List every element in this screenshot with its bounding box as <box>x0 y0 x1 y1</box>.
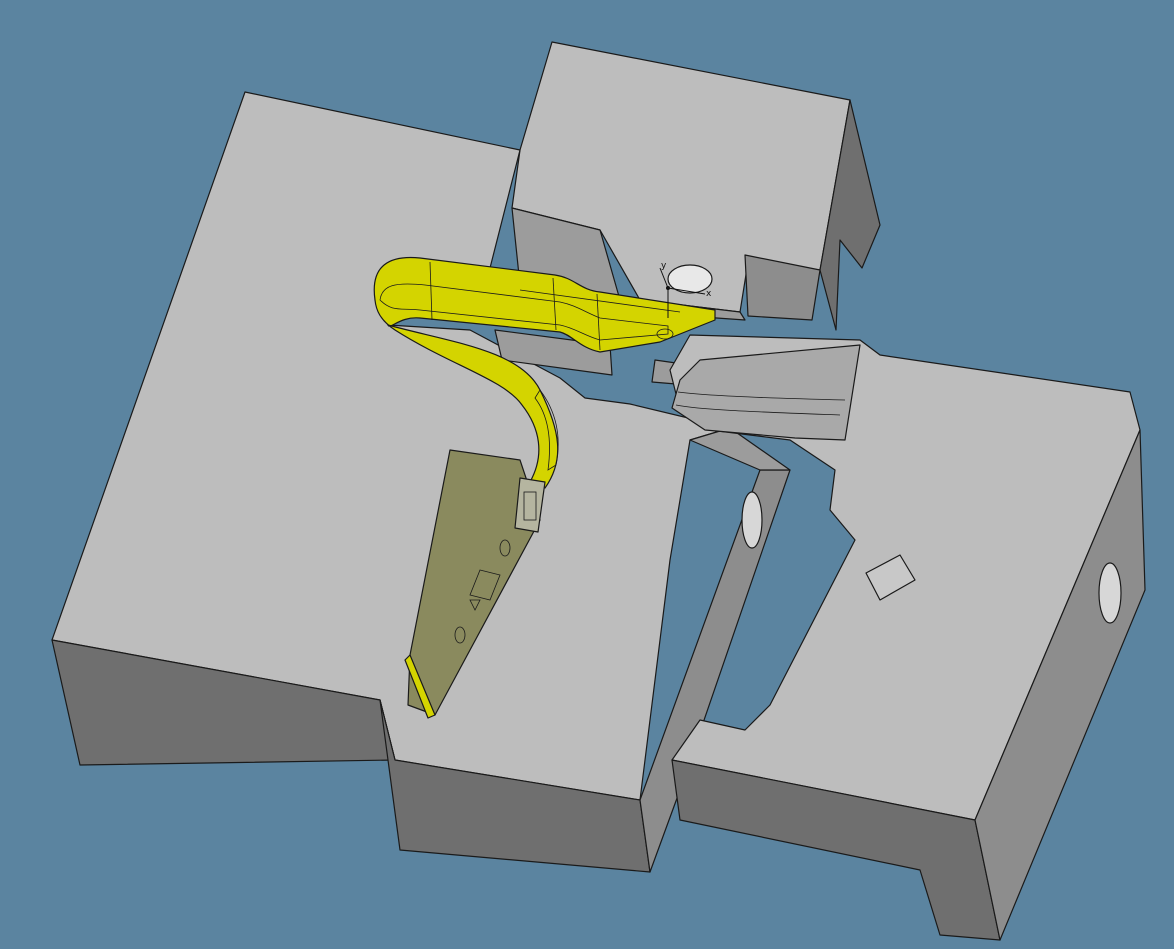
axis-x-label: x <box>706 289 712 299</box>
left-block-side-hole-icon <box>741 491 763 549</box>
cad-scene[interactable]: x y <box>0 0 1174 949</box>
axis-y-label: y <box>661 261 667 271</box>
right-base-block[interactable] <box>669 334 1146 941</box>
cad-viewport[interactable]: x y <box>0 0 1174 949</box>
right-block-side-hole-icon <box>1098 562 1122 624</box>
